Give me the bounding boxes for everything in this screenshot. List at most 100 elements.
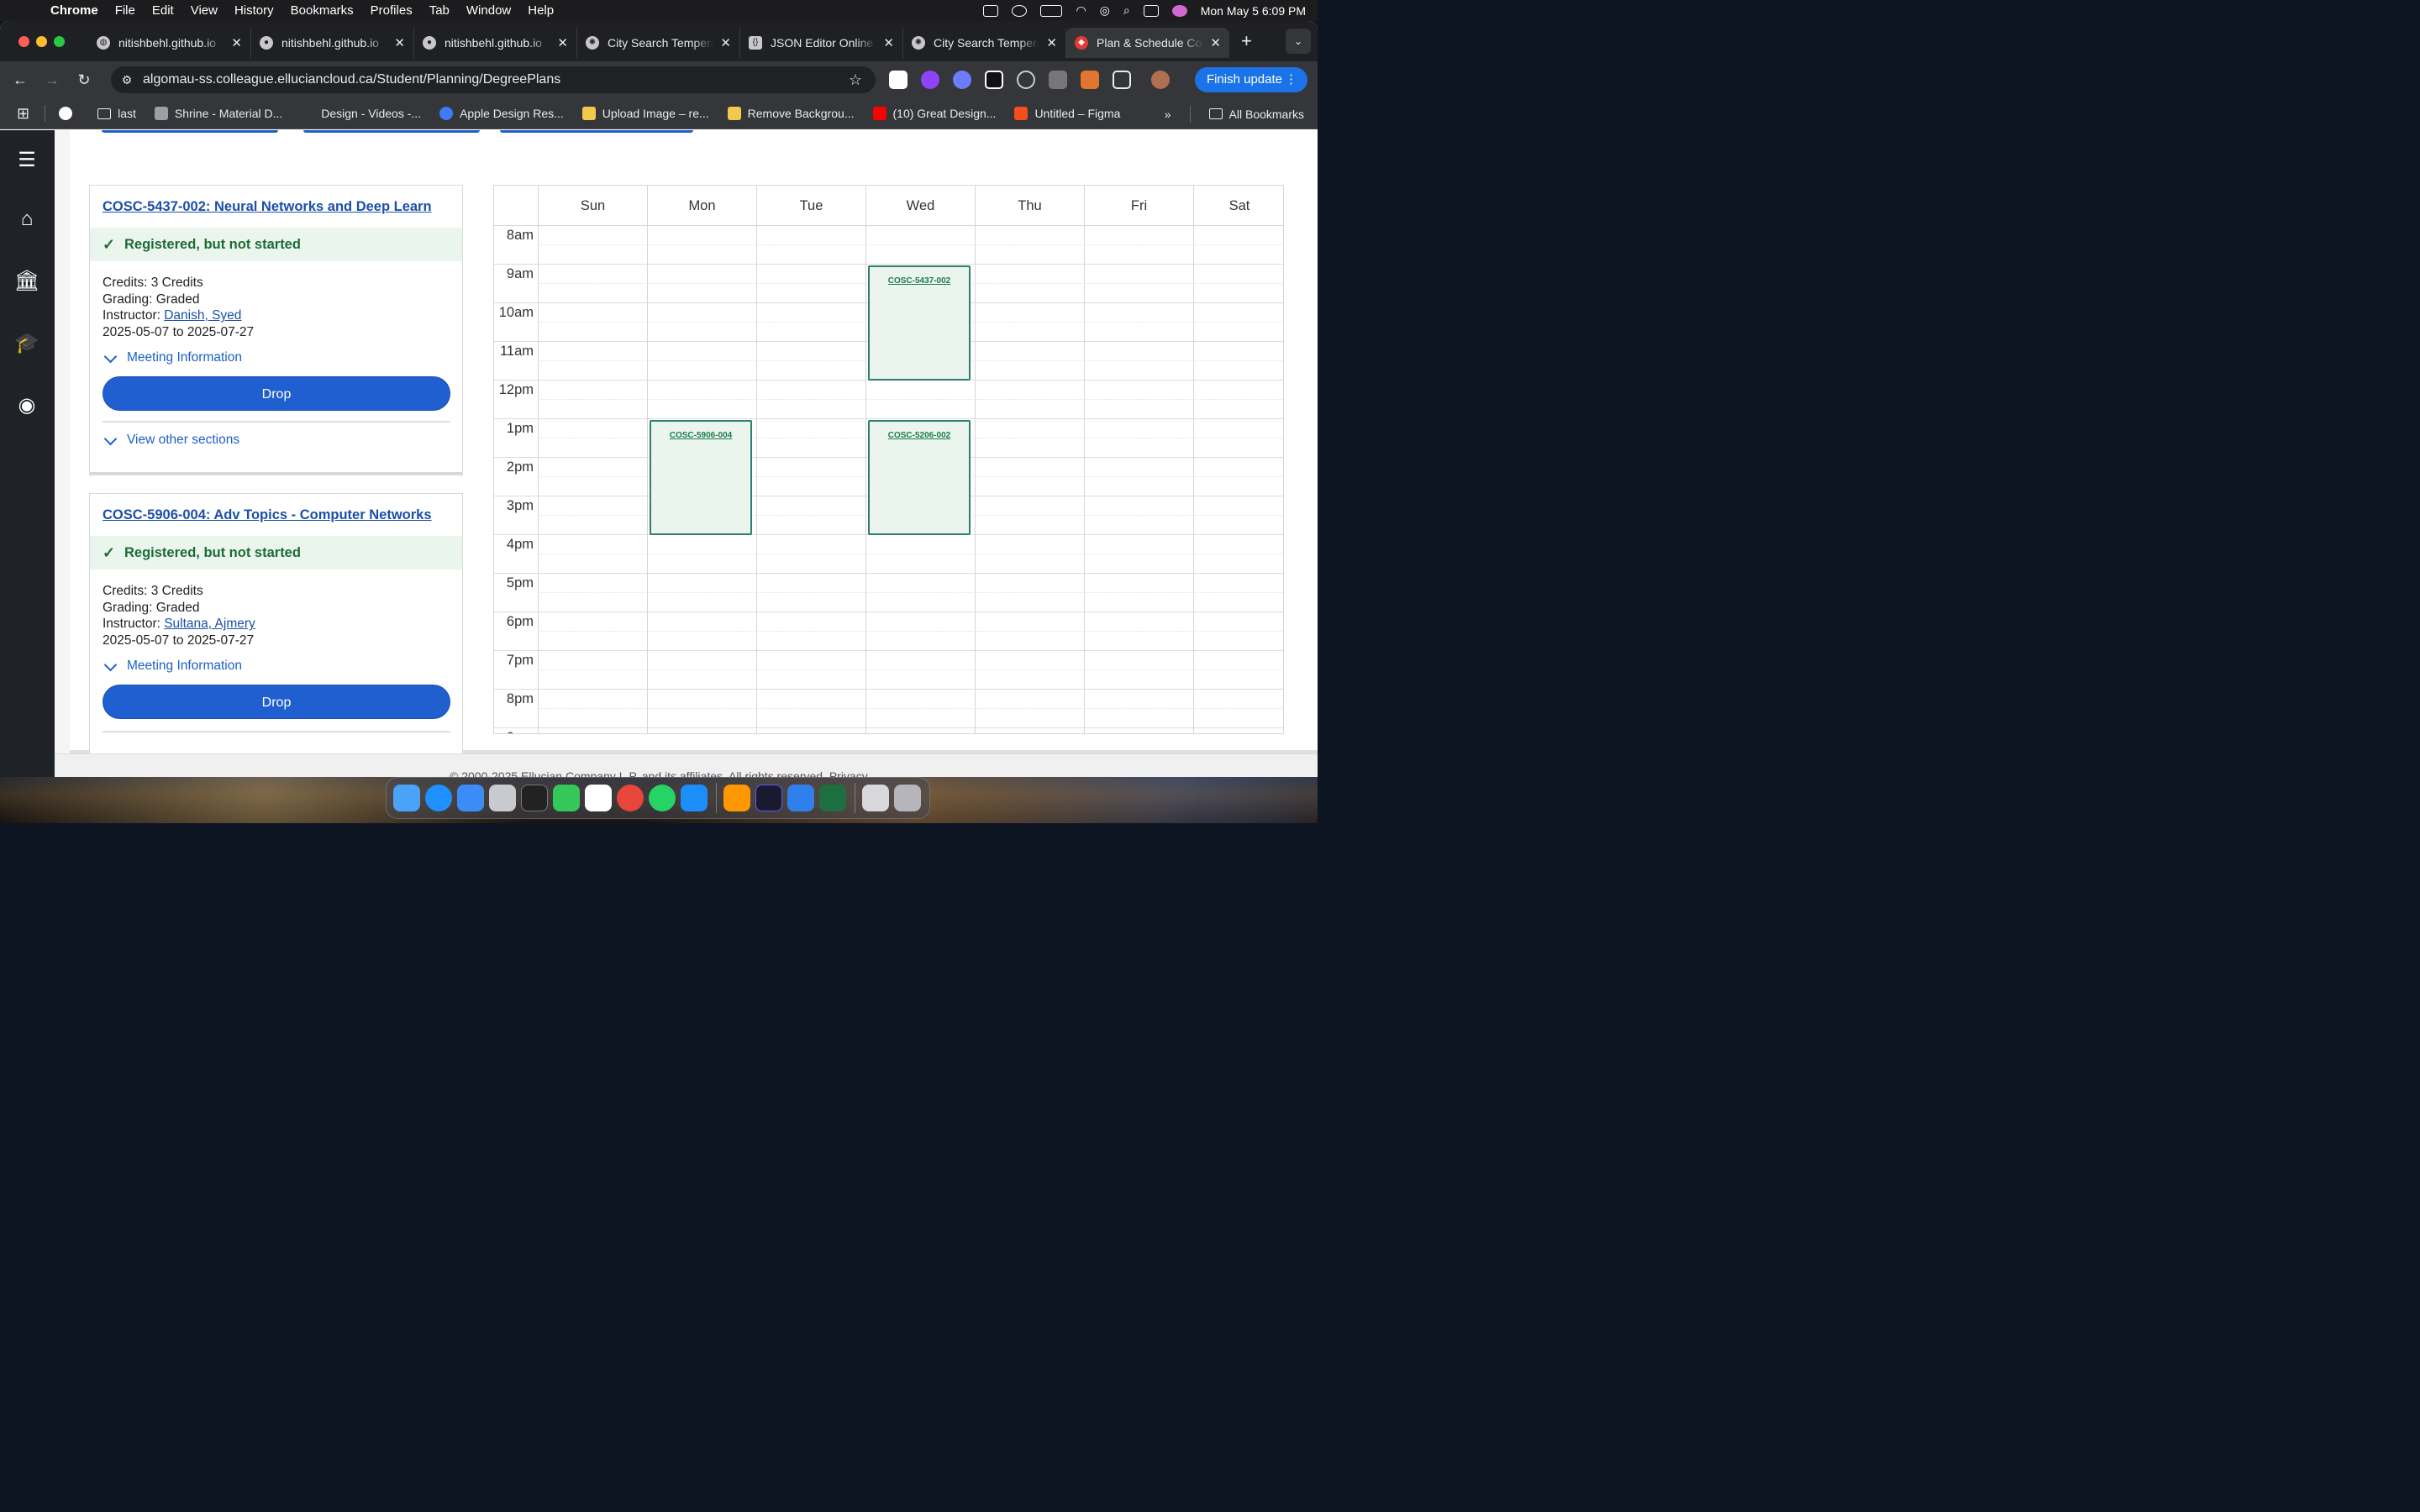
browser-tab[interactable]: ✺ City Search Temperature ✕ bbox=[577, 28, 740, 58]
browser-tab[interactable]: ● nitishbehl.github.io ✕ bbox=[251, 28, 414, 58]
intellij-icon[interactable] bbox=[755, 785, 782, 811]
battery-icon[interactable] bbox=[1040, 4, 1063, 17]
xcode-icon[interactable] bbox=[787, 785, 814, 811]
url-text[interactable]: algomau-ss.colleague.elluciancloud.ca/St… bbox=[143, 72, 560, 87]
close-tab-icon[interactable]: ✕ bbox=[1210, 35, 1221, 50]
course-title-link[interactable]: COSC-5906-004: Adv Topics - Computer Net… bbox=[103, 507, 432, 523]
close-window-button[interactable] bbox=[18, 35, 29, 47]
sublime-text-icon[interactable] bbox=[723, 785, 750, 811]
whatsapp-icon[interactable] bbox=[649, 785, 676, 811]
bookmark-item[interactable]: Remove Backgrou... bbox=[727, 107, 855, 120]
close-tab-icon[interactable]: ✕ bbox=[394, 35, 405, 50]
bookmark-item[interactable]: (10) Great Design... bbox=[872, 107, 996, 120]
user-profile-icon[interactable]: ◉ bbox=[12, 391, 42, 421]
facetime-icon[interactable] bbox=[553, 785, 580, 811]
minimize-window-button[interactable] bbox=[36, 35, 47, 47]
bookmark-item[interactable]: Upload Image – re... bbox=[581, 107, 709, 120]
extension-icon[interactable] bbox=[953, 71, 971, 89]
graduation-cap-icon[interactable]: 🎓 bbox=[12, 328, 42, 359]
menu-bookmarks[interactable]: Bookmarks bbox=[291, 3, 354, 18]
bookmark-item[interactable]: Shrine - Material D... bbox=[154, 107, 282, 120]
menu-file[interactable]: File bbox=[115, 3, 135, 18]
course-title-link[interactable]: COSC-5437-002: Neural Networks and Deep … bbox=[103, 199, 432, 215]
finish-update-button[interactable]: Finish update ⋮ bbox=[1194, 67, 1307, 92]
calendar-event[interactable]: COSC-5437-002 bbox=[868, 265, 971, 381]
close-tab-icon[interactable]: ✕ bbox=[883, 35, 894, 50]
home-icon[interactable]: ⌂ bbox=[12, 204, 42, 234]
new-tab-button[interactable]: + bbox=[1241, 30, 1252, 52]
instructor-link[interactable]: Sultana, Ajmery bbox=[164, 617, 255, 631]
instructor-link[interactable]: Danish, Syed bbox=[164, 308, 241, 323]
calendar-event-label[interactable]: COSC-5906-004 bbox=[670, 431, 732, 440]
bookmark-item[interactable]: Design - Videos -... bbox=[301, 107, 421, 120]
menu-view[interactable]: View bbox=[191, 3, 218, 18]
all-bookmarks-button[interactable]: All Bookmarks bbox=[1208, 108, 1304, 121]
calendar-event[interactable]: COSC-5206-002 bbox=[868, 420, 971, 535]
control-center-icon[interactable] bbox=[1143, 4, 1159, 17]
extension-icon[interactable] bbox=[1017, 71, 1035, 89]
trash-icon[interactable] bbox=[894, 785, 921, 811]
documents-folder-icon[interactable] bbox=[862, 785, 889, 811]
zoom-window-button[interactable] bbox=[54, 35, 65, 47]
calendar-event[interactable]: COSC-5906-004 bbox=[650, 420, 752, 535]
mail-icon[interactable] bbox=[457, 785, 484, 811]
browser-tab[interactable]: ● nitishbehl.github.io ✕ bbox=[414, 28, 577, 58]
hamburger-menu-icon[interactable]: ☰ bbox=[12, 145, 42, 176]
menu-tab[interactable]: Tab bbox=[429, 3, 450, 18]
launchpad-icon[interactable] bbox=[489, 785, 516, 811]
reload-icon[interactable]: ↻ bbox=[68, 71, 100, 89]
extensions-puzzle-icon[interactable] bbox=[1113, 71, 1131, 89]
meeting-information-toggle[interactable]: Meeting Information bbox=[103, 349, 242, 365]
institution-icon[interactable]: 🏛 bbox=[12, 266, 42, 297]
menu-profiles[interactable]: Profiles bbox=[371, 3, 413, 18]
close-tab-icon[interactable]: ✕ bbox=[720, 35, 731, 50]
meeting-information-toggle[interactable]: Meeting Information bbox=[103, 658, 242, 674]
back-arrow-icon[interactable]: ← bbox=[4, 71, 36, 89]
browser-tab[interactable]: ✺ City Search Temperature ✕ bbox=[903, 28, 1066, 58]
site-settings-icon[interactable]: ⚙ bbox=[111, 73, 143, 87]
view-other-sections-toggle[interactable]: View other sections bbox=[103, 432, 239, 448]
fingerprint-icon[interactable]: ◎ bbox=[1100, 3, 1110, 18]
apps-grid-icon[interactable]: ⊞ bbox=[17, 105, 29, 123]
wifi-icon[interactable]: ◠ bbox=[1076, 3, 1086, 18]
terminal-icon[interactable] bbox=[521, 785, 548, 811]
calendar-event-label[interactable]: COSC-5437-002 bbox=[888, 276, 950, 286]
forward-arrow-icon[interactable]: → bbox=[36, 71, 68, 89]
browser-tab[interactable]: {} JSON Editor Online ✕ bbox=[740, 28, 903, 58]
profile-avatar[interactable] bbox=[1151, 71, 1170, 89]
menu-window[interactable]: Window bbox=[466, 3, 511, 18]
more-vert-icon[interactable]: ⋮ bbox=[1285, 67, 1297, 92]
calendar-app-icon[interactable] bbox=[585, 785, 612, 811]
bookmark-folder[interactable]: last bbox=[97, 107, 136, 120]
creative-cloud-icon[interactable] bbox=[1012, 4, 1028, 17]
chrome-icon[interactable] bbox=[617, 785, 644, 811]
top-button-edge[interactable] bbox=[303, 130, 480, 133]
menubar-clock[interactable]: Mon May 5 6:09 PM bbox=[1201, 4, 1306, 18]
notion-extension-icon[interactable] bbox=[889, 71, 908, 89]
bookmark-item[interactable]: Untitled – Figma bbox=[1014, 107, 1120, 120]
extension-icon[interactable] bbox=[985, 71, 1003, 89]
menu-app-name[interactable]: Chrome bbox=[50, 3, 98, 18]
tab-search-chevron-icon[interactable]: ⌄ bbox=[1286, 29, 1311, 54]
menu-history[interactable]: History bbox=[234, 3, 274, 18]
close-tab-icon[interactable]: ✕ bbox=[1046, 35, 1057, 50]
menu-edit[interactable]: Edit bbox=[152, 3, 174, 18]
bookmark-item[interactable]: Apple Design Res... bbox=[439, 107, 564, 120]
top-button-edge[interactable] bbox=[102, 130, 278, 133]
menu-help[interactable]: Help bbox=[528, 3, 554, 18]
extension-icon[interactable] bbox=[1049, 71, 1067, 89]
status-app-icon[interactable] bbox=[983, 4, 999, 17]
calendar-event-label[interactable]: COSC-5206-002 bbox=[888, 431, 950, 440]
drop-button[interactable]: Drop bbox=[103, 685, 450, 719]
browser-tab-active[interactable]: ◆ Plan & Schedule Colleague ✕ bbox=[1066, 28, 1229, 58]
address-bar[interactable]: ⚙ algomau-ss.colleague.elluciancloud.ca/… bbox=[111, 66, 876, 93]
app-store-icon[interactable] bbox=[681, 785, 708, 811]
top-button-edge[interactable] bbox=[500, 130, 693, 133]
more-bookmarks-chevron-icon[interactable]: » bbox=[1165, 108, 1171, 121]
browser-tab[interactable]: ◍ nitishbehl.github.io ✕ bbox=[88, 28, 251, 58]
drop-button[interactable]: Drop bbox=[103, 376, 450, 411]
metamask-extension-icon[interactable] bbox=[1081, 71, 1099, 89]
bookmark-star-icon[interactable]: ☆ bbox=[849, 71, 862, 89]
safari-icon[interactable] bbox=[425, 785, 452, 811]
siri-icon[interactable] bbox=[1171, 4, 1187, 17]
